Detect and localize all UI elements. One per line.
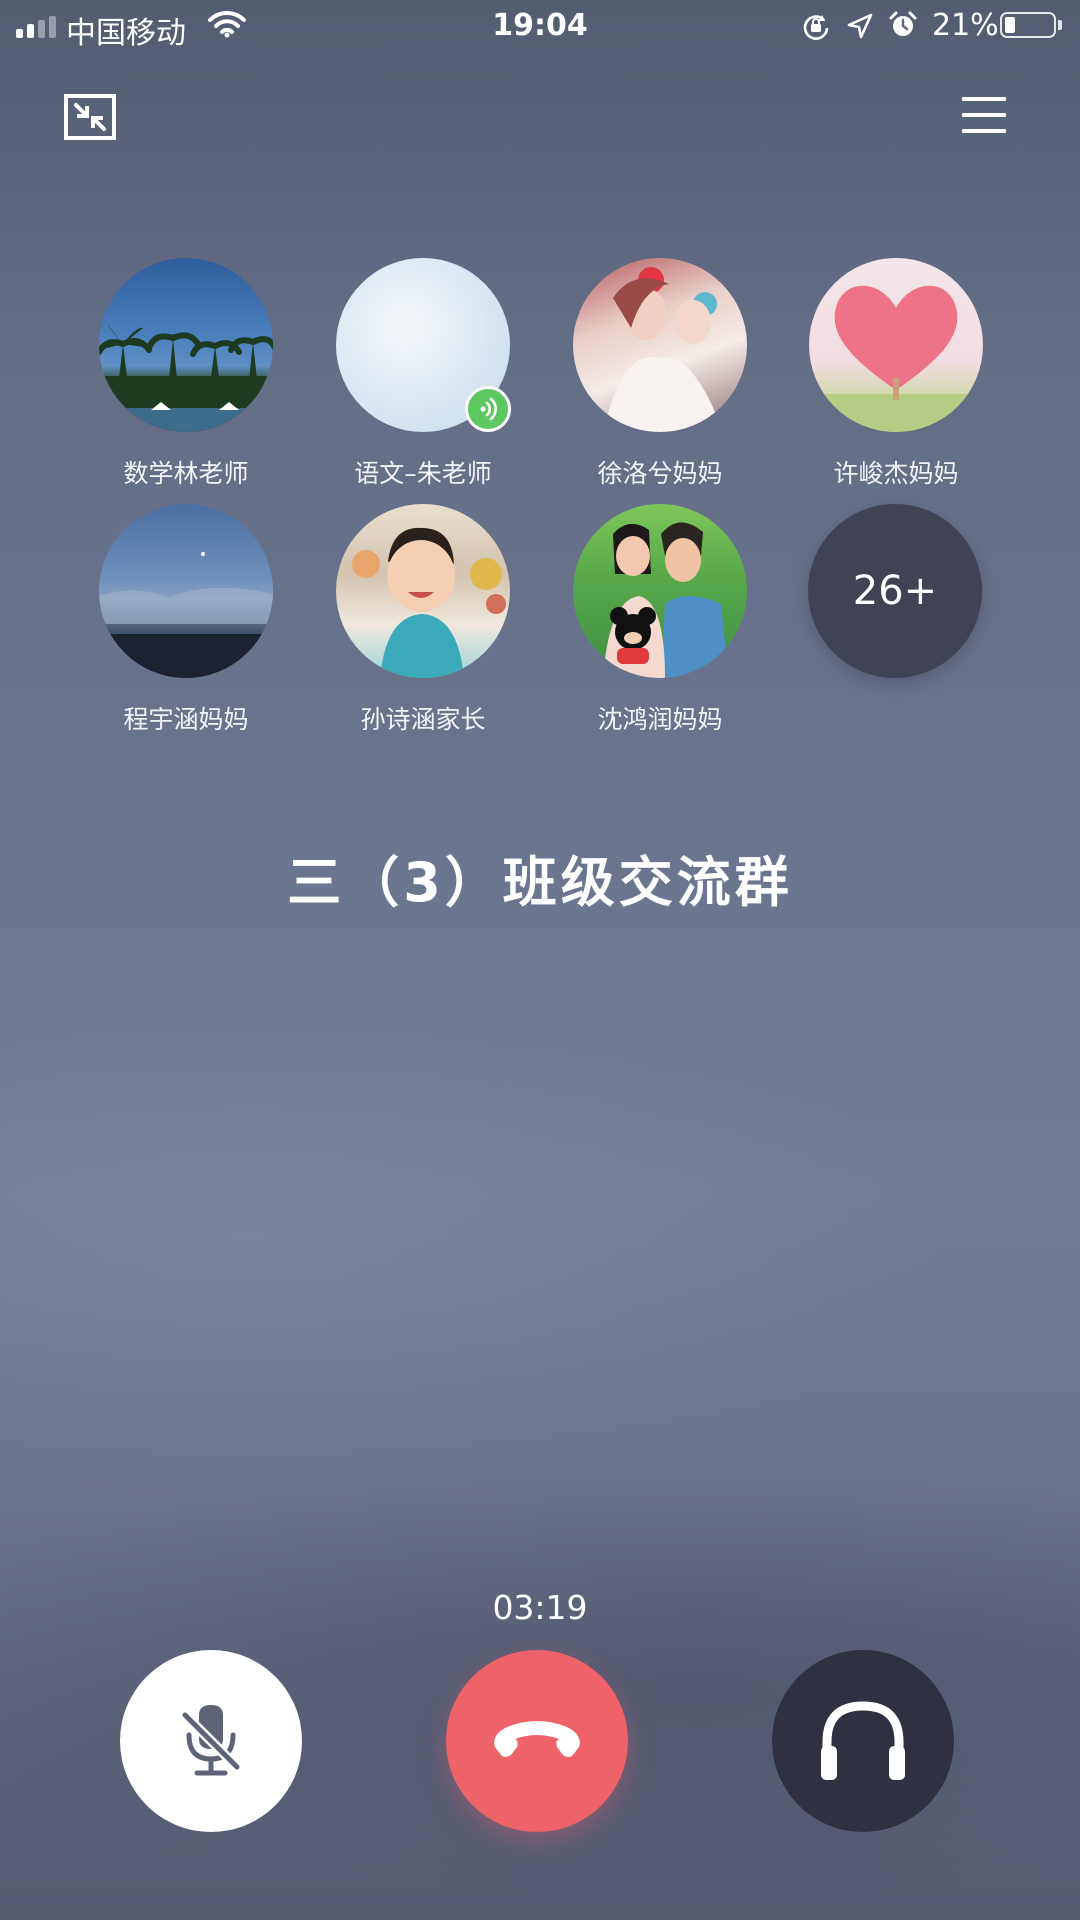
- avatar: [99, 504, 273, 678]
- avatar: [336, 504, 510, 678]
- headphones-icon: [821, 1701, 905, 1780]
- avatar: [573, 258, 747, 432]
- participant-name: 语文–朱老师: [354, 459, 492, 488]
- group-name: 三（3）班级交流群: [287, 851, 793, 914]
- hang-up-button[interactable]: [446, 1650, 628, 1832]
- participant-item[interactable]: 程宇涵妈妈: [68, 504, 304, 734]
- participant-name: 程宇涵妈妈: [123, 705, 249, 734]
- avatar: [809, 258, 983, 432]
- participant-item[interactable]: 沈鸿润妈妈: [542, 504, 778, 734]
- participant-item[interactable]: 徐洛兮妈妈: [542, 258, 778, 488]
- participant-name: 孙诗涵家长: [360, 705, 486, 734]
- call-duration: 03:19: [492, 1588, 588, 1627]
- more-participants-button[interactable]: 26+: [808, 504, 982, 678]
- avatar: [99, 258, 273, 432]
- avatar: [573, 504, 747, 678]
- participant-grid: 数学林老师 语文–朱老师 徐洛兮妈妈 许峻杰妈妈 程宇涵妈妈 孙诗涵家长 沈鸿润…: [0, 0, 1080, 760]
- participant-name: 数学林老师: [123, 459, 249, 488]
- participant-item[interactable]: 许峻杰妈妈: [778, 258, 1014, 488]
- speaking-indicator-icon: [465, 386, 511, 432]
- mute-button[interactable]: [120, 1650, 302, 1832]
- participant-name: 许峻杰妈妈: [833, 459, 959, 488]
- participant-item[interactable]: 语文–朱老师: [305, 258, 541, 488]
- participant-name: 沈鸿润妈妈: [597, 705, 723, 734]
- participant-name: 徐洛兮妈妈: [597, 459, 723, 488]
- participant-item[interactable]: 孙诗涵家长: [305, 504, 541, 734]
- microphone-off-icon: [180, 1705, 242, 1776]
- participant-item[interactable]: 数学林老师: [68, 258, 304, 488]
- speaker-button[interactable]: [772, 1650, 954, 1832]
- phone-hangup-icon: [494, 1721, 580, 1757]
